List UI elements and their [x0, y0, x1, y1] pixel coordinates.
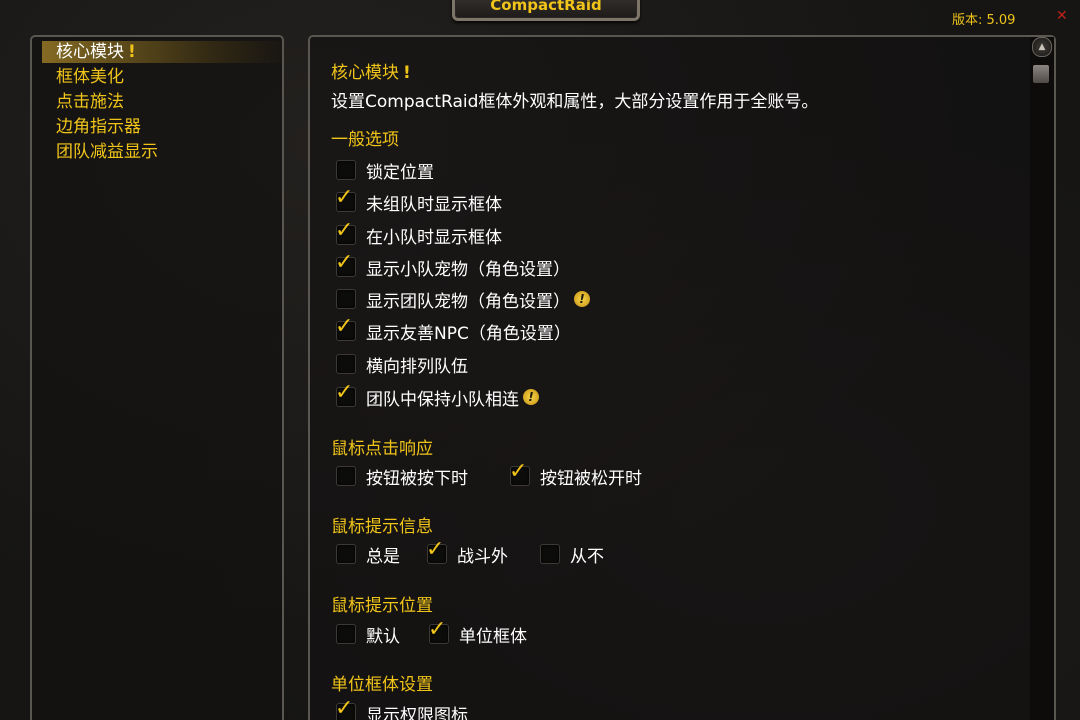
option-label: 默认	[366, 626, 400, 647]
check-icon: ✓	[426, 537, 445, 562]
sidebar-item-label: 核心模块	[56, 42, 124, 62]
option-show-raid-pets[interactable]: 显示团队宠物（角色设置） !	[336, 288, 590, 312]
option-tooltip-never[interactable]: 从不	[540, 543, 604, 567]
option-horizontal-groups[interactable]: 横向排列队伍	[336, 353, 468, 377]
check-icon: ✓	[428, 617, 447, 642]
section-title-tooltip-info: 鼠标提示信息	[331, 517, 433, 537]
option-show-in-party[interactable]: ✓ 在小队时显示框体	[335, 219, 502, 248]
option-tooltip-unit-frame[interactable]: ✓ 单位框体	[428, 618, 527, 647]
window-title-plate: CompactRaid	[452, 0, 640, 21]
info-icon[interactable]: !	[523, 389, 539, 405]
option-label: 显示权限图标	[366, 705, 468, 720]
version-label: 版本: 5.09	[952, 13, 1016, 28]
sidebar-item-click-casting[interactable]: 点击施法	[56, 91, 124, 113]
checkbox[interactable]: ✓	[335, 219, 356, 245]
checkbox[interactable]	[540, 544, 560, 564]
module-list-panel: 核心模块! 框体美化 点击施法 边角指示器 团队减益显示	[30, 35, 286, 720]
section-title-mouse-click: 鼠标点击响应	[331, 439, 433, 459]
page-title-text: 核心模块	[331, 63, 399, 83]
option-label: 未组队时显示框体	[366, 194, 502, 215]
vertical-scrollbar[interactable]: ▲	[1030, 37, 1054, 720]
option-label: 锁定位置	[366, 162, 434, 183]
option-label: 显示团队宠物（角色设置）	[366, 291, 570, 312]
page-title: 核心模块!	[331, 58, 411, 83]
checkbox[interactable]: ✓	[335, 315, 356, 341]
check-icon: ✓	[335, 250, 354, 275]
option-label: 从不	[570, 546, 604, 567]
sidebar-item-raid-debuffs[interactable]: 团队减益显示	[56, 141, 158, 163]
checkbox[interactable]: ✓	[428, 618, 449, 644]
checkbox[interactable]	[336, 624, 356, 644]
option-show-role-icon[interactable]: ✓ 显示权限图标	[335, 697, 468, 720]
option-label: 横向排列队伍	[366, 356, 468, 377]
option-on-mouse-down[interactable]: 按钮被按下时	[336, 465, 468, 489]
check-icon: ✓	[509, 459, 528, 484]
checkbox[interactable]	[336, 160, 356, 180]
option-label: 战斗外	[457, 546, 508, 567]
checkbox[interactable]	[336, 544, 356, 564]
sidebar-item-label: 框体美化	[56, 67, 124, 87]
option-label: 按钮被松开时	[540, 468, 642, 489]
option-show-when-solo[interactable]: ✓ 未组队时显示框体	[335, 186, 502, 215]
checkbox[interactable]: ✓	[335, 186, 356, 212]
option-tooltip-always[interactable]: 总是	[336, 543, 400, 567]
option-label: 单位框体	[459, 626, 527, 647]
settings-panel	[308, 35, 1056, 720]
option-tooltip-default[interactable]: 默认	[336, 623, 400, 647]
checkbox[interactable]: ✓	[335, 697, 356, 720]
checkbox[interactable]	[336, 289, 356, 309]
option-label: 显示友善NPC（角色设置）	[366, 323, 571, 344]
page-description: 设置CompactRaid框体外观和属性，大部分设置作用于全账号。	[331, 92, 819, 112]
scroll-thumb[interactable]	[1033, 65, 1049, 83]
checkbox[interactable]: ✓	[509, 460, 530, 486]
check-icon: ✓	[335, 185, 354, 210]
check-icon: ✓	[335, 218, 354, 243]
close-button[interactable]: ✕	[1056, 8, 1068, 24]
check-icon: ✓	[335, 380, 354, 405]
window-title: CompactRaid	[490, 0, 602, 14]
sidebar-item-label: 点击施法	[56, 92, 124, 112]
option-lock-position[interactable]: 锁定位置	[336, 159, 434, 183]
check-icon: ✓	[335, 696, 354, 720]
option-label: 显示小队宠物（角色设置）	[366, 259, 570, 280]
option-keep-groups-together[interactable]: ✓ 团队中保持小队相连 !	[335, 381, 539, 410]
option-on-mouse-up[interactable]: ✓ 按钮被松开时	[509, 460, 642, 489]
addon-options-window: CompactRaid 版本: 5.09 ✕ 核心模块! 框体美化 点击施法 边…	[0, 0, 1080, 720]
section-title-tooltip-position: 鼠标提示位置	[331, 596, 433, 616]
checkbox[interactable]: ✓	[335, 381, 356, 407]
section-title-unit-frame: 单位框体设置	[331, 675, 433, 695]
option-label: 总是	[366, 546, 400, 567]
warning-icon: !	[403, 63, 411, 83]
sidebar-item-frame-beautify[interactable]: 框体美化	[56, 66, 124, 88]
option-label: 在小队时显示框体	[366, 227, 502, 248]
warning-icon: !	[128, 42, 136, 62]
option-label: 按钮被按下时	[366, 468, 468, 489]
option-show-party-pets[interactable]: ✓ 显示小队宠物（角色设置）	[335, 251, 570, 280]
section-title-general: 一般选项	[331, 130, 399, 150]
sidebar-item-core-module[interactable]: 核心模块!	[42, 41, 286, 63]
sidebar-item-label: 边角指示器	[56, 117, 141, 137]
checkbox[interactable]: ✓	[335, 251, 356, 277]
option-show-friendly-npc[interactable]: ✓ 显示友善NPC（角色设置）	[335, 315, 571, 344]
option-tooltip-out-of-combat[interactable]: ✓ 战斗外	[426, 538, 508, 567]
sidebar-item-corner-indicators[interactable]: 边角指示器	[56, 116, 141, 138]
info-icon[interactable]: !	[574, 291, 590, 307]
checkbox[interactable]: ✓	[426, 538, 447, 564]
option-label: 团队中保持小队相连	[366, 389, 519, 410]
check-icon: ✓	[335, 314, 354, 339]
checkbox[interactable]	[336, 466, 356, 486]
checkbox[interactable]	[336, 354, 356, 374]
scroll-up-button[interactable]: ▲	[1032, 37, 1052, 57]
sidebar-item-label: 团队减益显示	[56, 142, 158, 162]
